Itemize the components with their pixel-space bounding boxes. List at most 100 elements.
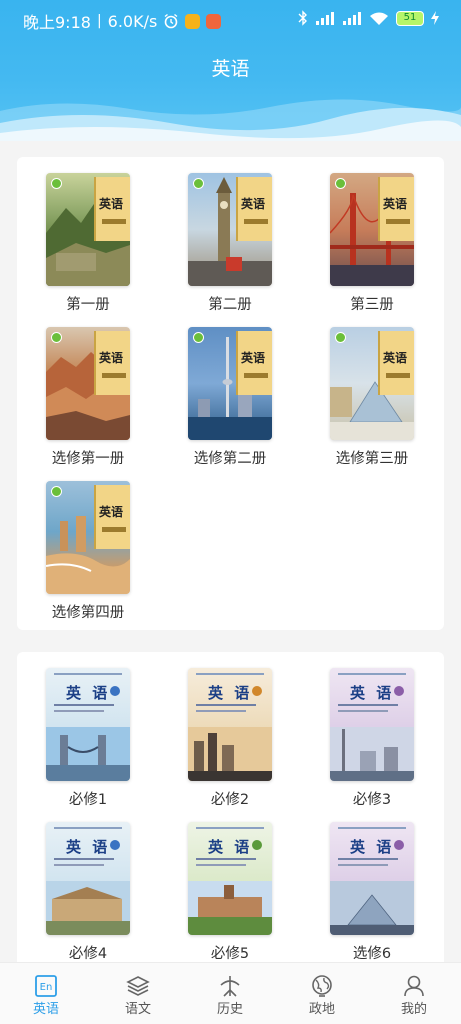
status-bar: 晚上9:18 | 6.0K/s 51: [0, 0, 461, 38]
app-notification-icon: [185, 13, 201, 29]
tab-history[interactable]: 历史: [184, 963, 276, 1024]
cover-volume-tag: [244, 219, 268, 224]
volume-badge: [110, 840, 120, 850]
cover-line: [196, 710, 246, 712]
book-label: 第二册: [208, 297, 252, 313]
cover-volume-tag: [386, 373, 410, 378]
cover-line: [54, 858, 114, 860]
book-cover[interactable]: 英语: [330, 173, 414, 286]
network-speed: 6.0K/s: [107, 11, 158, 31]
cover-title-box: 英语: [94, 485, 130, 549]
cover-title: 英语: [99, 351, 124, 365]
book-cover[interactable]: 英语: [188, 327, 272, 440]
book-cover[interactable]: 英 语: [330, 668, 414, 781]
volume-badge: [394, 686, 404, 696]
header-waves: [0, 99, 461, 145]
book-cover[interactable]: 英 语: [330, 822, 414, 935]
cover-line: [196, 673, 264, 675]
cover-title-box: 英语: [378, 331, 414, 395]
cover-volume-tag: [244, 373, 268, 378]
book-cover[interactable]: 英 语: [46, 668, 130, 781]
bottom-tab-bar: En 英语 语文 历史 政地 我的: [0, 962, 461, 1024]
cover-title: 英 语: [208, 838, 253, 856]
book-label: 选修6: [352, 946, 392, 962]
volume-badge: [394, 840, 404, 850]
book-label: 第三册: [350, 297, 394, 313]
user-icon: [404, 975, 424, 997]
cover-volume-tag: [102, 527, 126, 532]
tab-chinese[interactable]: 语文: [92, 963, 184, 1024]
cover-line: [338, 704, 398, 706]
book-label: 必修5: [210, 946, 250, 962]
book-label: 第一册: [66, 297, 110, 313]
publisher-logo: [51, 332, 62, 343]
cover-line: [54, 827, 122, 829]
tab-politics-geography[interactable]: 政地: [276, 963, 368, 1024]
cover-title: 英语: [99, 197, 124, 211]
battery-level: 51: [403, 11, 417, 23]
book-cover[interactable]: 英语: [46, 173, 130, 286]
battery-indicator: 51: [396, 10, 424, 26]
header: 晚上9:18 | 6.0K/s 51 英语: [0, 0, 461, 145]
publisher-logo: [193, 178, 204, 189]
cover-line: [338, 827, 406, 829]
cover-line: [196, 864, 246, 866]
book-cover[interactable]: 英语: [188, 173, 272, 286]
publisher-logo: [193, 332, 204, 343]
shop-notification-icon: [206, 13, 222, 29]
cover-line: [338, 710, 388, 712]
tab-label: 历史: [216, 1002, 243, 1017]
status-divider: |: [96, 13, 102, 29]
tab-english[interactable]: En 英语: [0, 963, 92, 1024]
cover-title: 英 语: [66, 838, 111, 856]
cover-volume-tag: [386, 219, 410, 224]
cover-volume-tag: [102, 373, 126, 378]
cover-art: [46, 727, 130, 781]
cover-line: [196, 858, 256, 860]
book-cover[interactable]: 英 语: [46, 822, 130, 935]
en-icon: En: [35, 975, 57, 997]
book-label: 选修第四册: [51, 605, 125, 621]
globe-icon: [312, 975, 332, 997]
publisher-logo: [51, 178, 62, 189]
history-icon: [220, 976, 240, 997]
book-cover[interactable]: 英 语: [188, 822, 272, 935]
cover-title: 英 语: [350, 838, 395, 856]
cover-line: [196, 704, 256, 706]
cover-art: [330, 727, 414, 781]
cover-line: [54, 864, 104, 866]
cover-title: 英 语: [66, 684, 111, 702]
status-left: 晚上9:18 | 6.0K/s: [23, 9, 222, 33]
publisher-logo: [335, 332, 346, 343]
publisher-logo: [51, 486, 62, 497]
page-title: 英语: [211, 58, 250, 80]
book-cover[interactable]: 英 语: [188, 668, 272, 781]
cover-line: [338, 858, 398, 860]
screen: 晚上9:18 | 6.0K/s 51 英语 英语 第一册 英语 第二册 英语 第…: [0, 0, 461, 1024]
textbook-section-new: 英语 第一册 英语 第二册 英语 第三册 英语 选修第一册 英语 选修第二册 英…: [17, 157, 444, 630]
cover-title: 英语: [99, 505, 124, 519]
cover-line: [54, 673, 122, 675]
book-cover[interactable]: 英语: [46, 327, 130, 440]
status-right: 51: [298, 10, 439, 26]
tab-profile[interactable]: 我的: [368, 963, 460, 1024]
cover-art: [46, 881, 130, 935]
book-label: 必修1: [68, 792, 108, 808]
cover-title: 英语: [383, 197, 408, 211]
volume-badge: [252, 686, 262, 696]
alarm-icon: [164, 13, 178, 29]
svg-text:En: En: [40, 982, 53, 993]
book-label: 选修第二册: [193, 451, 267, 467]
signal-2-icon: [343, 12, 361, 25]
book-label: 必修4: [68, 946, 108, 962]
volume-badge: [252, 840, 262, 850]
book-cover[interactable]: 英语: [46, 481, 130, 594]
cover-line: [338, 864, 388, 866]
book-cover[interactable]: 英语: [330, 327, 414, 440]
cover-volume-tag: [102, 219, 126, 224]
book-label: 选修第一册: [51, 451, 125, 467]
charging-icon: [431, 11, 439, 25]
tab-label: 语文: [124, 1002, 151, 1017]
tab-label: 英语: [32, 1002, 59, 1017]
cover-line: [338, 673, 406, 675]
